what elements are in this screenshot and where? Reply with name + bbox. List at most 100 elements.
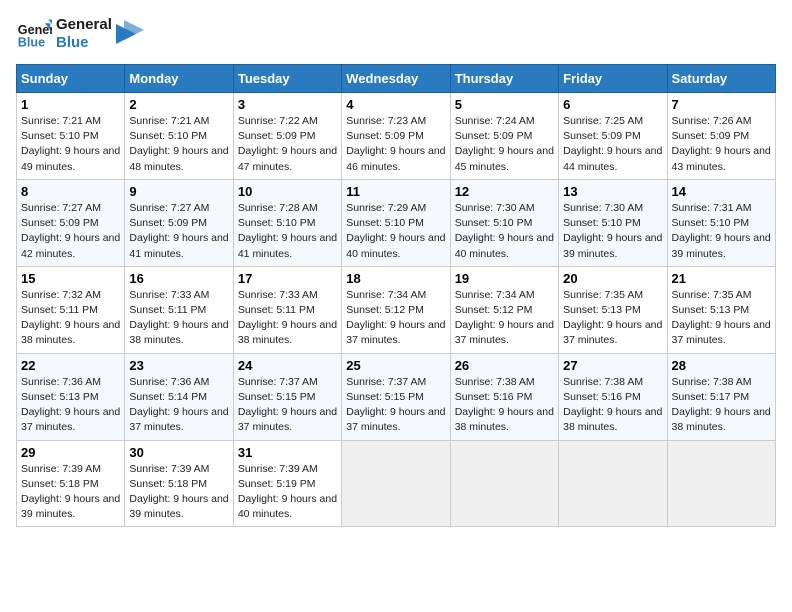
calendar-header-row: SundayMondayTuesdayWednesdayThursdayFrid… (17, 65, 776, 93)
calendar-cell: 17 Sunrise: 7:33 AMSunset: 5:11 PMDaylig… (233, 266, 341, 353)
calendar-week-row: 8 Sunrise: 7:27 AMSunset: 5:09 PMDayligh… (17, 179, 776, 266)
header-sunday: Sunday (17, 65, 125, 93)
logo-blue: Blue (56, 34, 112, 52)
calendar-cell: 29 Sunrise: 7:39 AMSunset: 5:18 PMDaylig… (17, 440, 125, 527)
calendar-cell (342, 440, 450, 527)
day-number: 29 (21, 445, 120, 460)
calendar-cell: 8 Sunrise: 7:27 AMSunset: 5:09 PMDayligh… (17, 179, 125, 266)
day-number: 15 (21, 271, 120, 286)
day-number: 3 (238, 97, 337, 112)
day-number: 5 (455, 97, 554, 112)
day-number: 17 (238, 271, 337, 286)
day-details: Sunrise: 7:35 AMSunset: 5:13 PMDaylight:… (672, 289, 771, 347)
header-wednesday: Wednesday (342, 65, 450, 93)
day-details: Sunrise: 7:24 AMSunset: 5:09 PMDaylight:… (455, 115, 554, 173)
day-number: 30 (129, 445, 228, 460)
calendar-cell: 11 Sunrise: 7:29 AMSunset: 5:10 PMDaylig… (342, 179, 450, 266)
day-details: Sunrise: 7:33 AMSunset: 5:11 PMDaylight:… (129, 289, 228, 347)
calendar-cell: 27 Sunrise: 7:38 AMSunset: 5:16 PMDaylig… (559, 353, 667, 440)
day-number: 4 (346, 97, 445, 112)
calendar-cell: 23 Sunrise: 7:36 AMSunset: 5:14 PMDaylig… (125, 353, 233, 440)
calendar-cell: 15 Sunrise: 7:32 AMSunset: 5:11 PMDaylig… (17, 266, 125, 353)
calendar-cell: 5 Sunrise: 7:24 AMSunset: 5:09 PMDayligh… (450, 93, 558, 180)
day-number: 16 (129, 271, 228, 286)
logo: General Blue General Blue (16, 16, 144, 52)
day-number: 20 (563, 271, 662, 286)
calendar-week-row: 29 Sunrise: 7:39 AMSunset: 5:18 PMDaylig… (17, 440, 776, 527)
calendar-cell (667, 440, 775, 527)
header-saturday: Saturday (667, 65, 775, 93)
calendar-cell: 20 Sunrise: 7:35 AMSunset: 5:13 PMDaylig… (559, 266, 667, 353)
day-details: Sunrise: 7:28 AMSunset: 5:10 PMDaylight:… (238, 202, 337, 260)
header-thursday: Thursday (450, 65, 558, 93)
day-number: 23 (129, 358, 228, 373)
day-number: 13 (563, 184, 662, 199)
logo-icon: General Blue (16, 16, 52, 52)
day-details: Sunrise: 7:27 AMSunset: 5:09 PMDaylight:… (129, 202, 228, 260)
day-details: Sunrise: 7:30 AMSunset: 5:10 PMDaylight:… (455, 202, 554, 260)
calendar-cell: 3 Sunrise: 7:22 AMSunset: 5:09 PMDayligh… (233, 93, 341, 180)
day-details: Sunrise: 7:38 AMSunset: 5:16 PMDaylight:… (563, 376, 662, 434)
calendar-cell: 19 Sunrise: 7:34 AMSunset: 5:12 PMDaylig… (450, 266, 558, 353)
day-number: 11 (346, 184, 445, 199)
day-details: Sunrise: 7:38 AMSunset: 5:17 PMDaylight:… (672, 376, 771, 434)
day-details: Sunrise: 7:25 AMSunset: 5:09 PMDaylight:… (563, 115, 662, 173)
logo-general: General (56, 16, 112, 34)
day-number: 7 (672, 97, 771, 112)
calendar-week-row: 15 Sunrise: 7:32 AMSunset: 5:11 PMDaylig… (17, 266, 776, 353)
day-number: 18 (346, 271, 445, 286)
day-details: Sunrise: 7:21 AMSunset: 5:10 PMDaylight:… (21, 115, 120, 173)
calendar-cell (559, 440, 667, 527)
day-number: 14 (672, 184, 771, 199)
day-details: Sunrise: 7:38 AMSunset: 5:16 PMDaylight:… (455, 376, 554, 434)
calendar-cell: 13 Sunrise: 7:30 AMSunset: 5:10 PMDaylig… (559, 179, 667, 266)
day-details: Sunrise: 7:22 AMSunset: 5:09 PMDaylight:… (238, 115, 337, 173)
calendar-cell: 22 Sunrise: 7:36 AMSunset: 5:13 PMDaylig… (17, 353, 125, 440)
day-details: Sunrise: 7:36 AMSunset: 5:14 PMDaylight:… (129, 376, 228, 434)
calendar-cell: 18 Sunrise: 7:34 AMSunset: 5:12 PMDaylig… (342, 266, 450, 353)
calendar-cell: 12 Sunrise: 7:30 AMSunset: 5:10 PMDaylig… (450, 179, 558, 266)
calendar-cell: 6 Sunrise: 7:25 AMSunset: 5:09 PMDayligh… (559, 93, 667, 180)
day-details: Sunrise: 7:23 AMSunset: 5:09 PMDaylight:… (346, 115, 445, 173)
day-number: 8 (21, 184, 120, 199)
day-details: Sunrise: 7:37 AMSunset: 5:15 PMDaylight:… (238, 376, 337, 434)
calendar-cell: 2 Sunrise: 7:21 AMSunset: 5:10 PMDayligh… (125, 93, 233, 180)
calendar-week-row: 1 Sunrise: 7:21 AMSunset: 5:10 PMDayligh… (17, 93, 776, 180)
day-details: Sunrise: 7:37 AMSunset: 5:15 PMDaylight:… (346, 376, 445, 434)
header: General Blue General Blue (16, 16, 776, 52)
header-friday: Friday (559, 65, 667, 93)
calendar-cell: 9 Sunrise: 7:27 AMSunset: 5:09 PMDayligh… (125, 179, 233, 266)
day-number: 31 (238, 445, 337, 460)
day-details: Sunrise: 7:27 AMSunset: 5:09 PMDaylight:… (21, 202, 120, 260)
day-details: Sunrise: 7:36 AMSunset: 5:13 PMDaylight:… (21, 376, 120, 434)
day-number: 21 (672, 271, 771, 286)
day-details: Sunrise: 7:29 AMSunset: 5:10 PMDaylight:… (346, 202, 445, 260)
day-details: Sunrise: 7:26 AMSunset: 5:09 PMDaylight:… (672, 115, 771, 173)
logo-arrow-icon (116, 20, 144, 48)
calendar-cell (450, 440, 558, 527)
header-monday: Monday (125, 65, 233, 93)
day-details: Sunrise: 7:39 AMSunset: 5:18 PMDaylight:… (129, 463, 228, 521)
day-details: Sunrise: 7:31 AMSunset: 5:10 PMDaylight:… (672, 202, 771, 260)
day-number: 24 (238, 358, 337, 373)
day-number: 9 (129, 184, 228, 199)
day-number: 10 (238, 184, 337, 199)
day-number: 26 (455, 358, 554, 373)
calendar-week-row: 22 Sunrise: 7:36 AMSunset: 5:13 PMDaylig… (17, 353, 776, 440)
calendar-table: SundayMondayTuesdayWednesdayThursdayFrid… (16, 64, 776, 527)
calendar-cell: 28 Sunrise: 7:38 AMSunset: 5:17 PMDaylig… (667, 353, 775, 440)
day-details: Sunrise: 7:39 AMSunset: 5:19 PMDaylight:… (238, 463, 337, 521)
day-number: 28 (672, 358, 771, 373)
day-details: Sunrise: 7:34 AMSunset: 5:12 PMDaylight:… (346, 289, 445, 347)
calendar-cell: 25 Sunrise: 7:37 AMSunset: 5:15 PMDaylig… (342, 353, 450, 440)
calendar-cell: 10 Sunrise: 7:28 AMSunset: 5:10 PMDaylig… (233, 179, 341, 266)
day-details: Sunrise: 7:30 AMSunset: 5:10 PMDaylight:… (563, 202, 662, 260)
calendar-cell: 4 Sunrise: 7:23 AMSunset: 5:09 PMDayligh… (342, 93, 450, 180)
day-number: 22 (21, 358, 120, 373)
day-number: 12 (455, 184, 554, 199)
calendar-cell: 1 Sunrise: 7:21 AMSunset: 5:10 PMDayligh… (17, 93, 125, 180)
day-details: Sunrise: 7:21 AMSunset: 5:10 PMDaylight:… (129, 115, 228, 173)
day-details: Sunrise: 7:35 AMSunset: 5:13 PMDaylight:… (563, 289, 662, 347)
calendar-cell: 16 Sunrise: 7:33 AMSunset: 5:11 PMDaylig… (125, 266, 233, 353)
calendar-cell: 24 Sunrise: 7:37 AMSunset: 5:15 PMDaylig… (233, 353, 341, 440)
